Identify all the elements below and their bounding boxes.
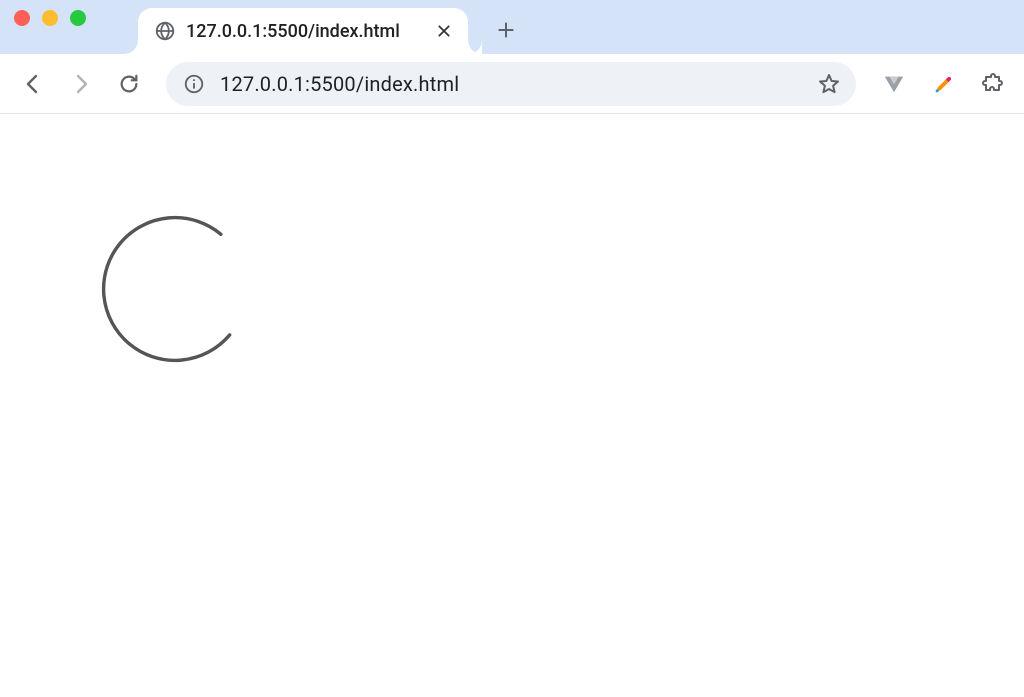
close-tab-button[interactable] [434,21,454,41]
extensions-area [872,66,1012,102]
loading-spinner [90,204,260,374]
address-bar-url: 127.0.0.1:5500/index.html [220,72,812,96]
window-minimize-button[interactable] [42,10,58,26]
site-info-icon[interactable] [182,72,206,96]
address-bar[interactable]: 127.0.0.1:5500/index.html [166,62,856,106]
extensions-puzzle-icon[interactable] [976,66,1012,102]
forward-button[interactable] [60,63,102,105]
window-maximize-button[interactable] [70,10,86,26]
back-button[interactable] [12,63,54,105]
bookmark-button[interactable] [812,67,846,101]
reload-button[interactable] [108,63,150,105]
globe-icon [154,20,176,42]
color-picker-icon[interactable] [926,66,962,102]
tab-strip: 127.0.0.1:5500/index.html [0,0,1024,54]
new-tab-button[interactable] [488,12,524,48]
page-viewport [0,114,1024,697]
browser-tab[interactable]: 127.0.0.1:5500/index.html [138,8,468,54]
window-close-button[interactable] [14,10,30,26]
vue-devtools-icon[interactable] [876,66,912,102]
tab-title: 127.0.0.1:5500/index.html [186,21,434,42]
browser-toolbar: 127.0.0.1:5500/index.html [0,54,1024,114]
window-controls [14,0,138,54]
